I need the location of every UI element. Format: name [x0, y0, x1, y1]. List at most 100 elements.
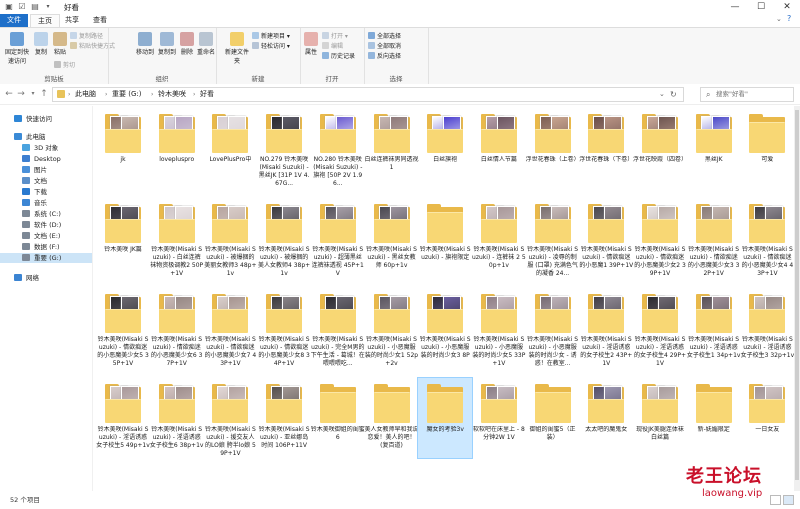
folder-item[interactable]: 浮世花映霞（四卷） [633, 108, 687, 188]
select-all-button[interactable]: 全部选择 [368, 32, 401, 41]
nav-item[interactable]: 3D 对象 [0, 143, 92, 153]
move-to-button[interactable]: 移动到 [134, 32, 156, 56]
maximize-button[interactable]: ☐ [748, 0, 774, 14]
close-button[interactable]: ✕ [774, 0, 800, 14]
breadcrumb-suzuki[interactable]: 铃木美咲 [158, 89, 186, 100]
nav-item[interactable]: 网络 [0, 273, 92, 283]
select-none-button[interactable]: 全部取消 [368, 42, 401, 51]
up-arrow-icon[interactable]: ↑ [39, 89, 49, 99]
history-button[interactable]: 历史记录 [322, 52, 355, 61]
nav-item[interactable]: 下载 [0, 187, 92, 197]
folder-item[interactable]: 铃木美咲(Misaki Suzuki) - 小恶魔服装的时尚少女5 33P+1V [472, 288, 526, 368]
folder-item[interactable]: 铃木美咲 JK篇 [96, 198, 150, 278]
folder-item[interactable]: 铃木美咲御姐的闺蜜6 [311, 378, 365, 458]
folder-item[interactable]: 白丝情人节篇 [472, 108, 526, 188]
edit-button[interactable]: 编辑 [322, 42, 343, 51]
folder-item[interactable]: 铃木美咲(Misaki Suzuki) - 情欲痴迷的小恶魔1 39P+1V [579, 198, 633, 278]
nav-item[interactable]: 快速访问 [0, 114, 92, 124]
refresh-icon[interactable]: ↻ [670, 89, 677, 100]
folder-item[interactable]: 魔女的考验3v [417, 377, 474, 459]
folder-item[interactable]: 铃木美咲(Misaki Suzuki) - 小恶魔服装的时尚少女1 52p+2v [365, 288, 419, 368]
folder-item[interactable]: 铃木美咲(Misaki Suzuki) - 援交友人的LO娘 胯半lo娘 59P… [203, 378, 257, 458]
properties-button[interactable]: 属性 [302, 32, 320, 56]
paste-button[interactable]: 粘贴 [51, 32, 69, 56]
folder-item[interactable]: 铃木美咲(Misaki Suzuki) - 淫语诱惑的女子校生2 43P+1V [579, 288, 633, 368]
folder-item[interactable]: 白丝连裤袜男同透视1 [365, 108, 419, 188]
folder-item[interactable]: 铃木美咲(Misaki Suzuki) - 旗袍限定 [418, 198, 472, 278]
folder-item[interactable]: 铃木美咲(Misaki Suzuki) - 超薄黑丝连裤袜透视 45P+1V [311, 198, 365, 278]
quick-access-dropdown-icon[interactable]: ▾ [43, 2, 53, 12]
nav-item[interactable]: 文档 [0, 176, 92, 186]
forward-arrow-icon[interactable]: → [16, 89, 26, 99]
tab-view[interactable]: 查看 [86, 14, 114, 27]
rename-button[interactable]: 重命名 [196, 32, 216, 56]
new-folder-quick-icon[interactable]: ▤ [30, 2, 40, 12]
folder-item[interactable]: 铃木美咲(Misaki Suzuki) - 淫语诱惑女子校生5 49p+1v [96, 378, 150, 458]
folder-item[interactable]: 铃木美咲(Misaki Suzuki) - 黑丝女教师 60p+1v [365, 198, 419, 278]
nav-item[interactable]: 重要 (G:) [0, 253, 92, 263]
ribbon-collapse-icon[interactable]: ⌄ [776, 15, 782, 23]
folder-item[interactable]: 铃木美咲(Misaki Suzuki) - 连裤袜 2 50p+1v [472, 198, 526, 278]
folder-item[interactable]: 铃木美咲(Misaki Suzuki) - 被爆捆的美人女教师4 38p+1v [257, 198, 311, 278]
folder-item[interactable]: 浮世花春珠（下卷） [579, 108, 633, 188]
minimize-button[interactable]: — [722, 0, 748, 14]
nav-item[interactable]: 此电脑 [0, 132, 92, 142]
new-folder-button[interactable]: 新建文件夹 [224, 32, 250, 65]
folder-item[interactable]: 铃木美咲(Misaki Suzuki) - 情欲痴迷的小恶魔美少女7 43P+1… [203, 288, 257, 368]
back-arrow-icon[interactable]: ← [4, 89, 14, 99]
properties-quick-icon[interactable]: ☑ [17, 2, 27, 12]
cut-button[interactable]: 剪切 [54, 61, 75, 70]
folder-item[interactable]: 铃木美咲(Misaki Suzuki) - 白丝连裤袜物资极调教2 50P+1V [150, 198, 204, 278]
help-icon[interactable]: ? [787, 14, 791, 23]
tab-file[interactable]: 文件 [0, 14, 28, 27]
folder-item[interactable]: 现役JK美腿连体袜 白丝篇 [633, 378, 687, 458]
folder-item[interactable]: 铃木美咲(Misaki Suzuki) - 淫语诱惑女子校生1 34p+1v [687, 288, 741, 368]
folder-item[interactable]: 铃木美咲(Misaki Suzuki) - 小恶魔服装的时尚少女3 8P [418, 288, 472, 368]
folder-item[interactable]: 御姐的闺蜜5（正装） [526, 378, 580, 458]
nav-item[interactable]: 系统 (C:) [0, 209, 92, 219]
nav-item[interactable]: 图片 [0, 165, 92, 175]
folder-item[interactable]: 软软吧在床里上 - 8分钟2W 1V [472, 378, 526, 458]
vertical-scrollbar[interactable] [794, 106, 800, 491]
recent-locations-icon[interactable]: ▾ [28, 89, 38, 99]
folder-item[interactable]: 铃木美咲(Misaki Suzuki) - 小恶魔服装的时尚少女 - 诱惑！在教… [526, 288, 580, 368]
folder-item[interactable]: NO.279 铃木美咲(Misaki Suzuki) - 黑丝JK [31P 1… [257, 108, 311, 188]
folder-item[interactable]: 铃木美咲(Misaki Suzuki) - 淫语诱惑女子校生3 32p+1v [740, 288, 794, 368]
delete-button[interactable]: 删除 [178, 32, 196, 56]
copy-button[interactable]: 复制 [32, 32, 50, 56]
folder-item[interactable]: 美人女教师早和我说恋爱！美人的吧！(复百道) [365, 378, 419, 458]
folder-item[interactable]: 铃木美咲(Misaki Suzuki) - 情欲痴迷的小恶魔美少女5 35P+1… [96, 288, 150, 368]
folder-icon[interactable]: ▣ [4, 2, 14, 12]
folder-item[interactable]: jk [96, 108, 150, 188]
tab-share[interactable]: 共享 [58, 14, 86, 27]
folder-item[interactable]: 白丝旗袍 [418, 108, 472, 188]
folder-item[interactable]: 铃木美咲(Misaki Suzuki) - 淫语诱惑女子校生6 38p+1v [150, 378, 204, 458]
folder-item[interactable]: 铃木美咲(Misaki Suzuki) - 情欲痴迷的小恶魔美少女8 34P+1… [257, 288, 311, 368]
breadcrumb-this-pc[interactable]: 此电脑 [75, 89, 96, 100]
pane-splitter[interactable] [92, 106, 93, 491]
easy-access-button[interactable]: 轻松访问 ▾ [252, 42, 290, 51]
breadcrumb-drive-g[interactable]: 重要 (G:) [112, 89, 141, 100]
search-input[interactable] [716, 89, 790, 99]
folder-item[interactable]: 铃木美咲(Misaki Suzuki) - 亚丝娜岛时间 106P+11V [257, 378, 311, 458]
folder-item[interactable]: 铃木美咲(Misaki Suzuki) - 淫语诱惑的女子校生4 29P+1V [633, 288, 687, 368]
folder-item[interactable]: 铃木美咲(Misaki Suzuki) - 情欲痴迷的小恶魔美少女3 32P+1… [687, 198, 741, 278]
breadcrumb-current[interactable]: 好看 [200, 89, 214, 100]
nav-item[interactable]: 文档 (E:) [0, 231, 92, 241]
tab-home[interactable]: 主页 [30, 14, 60, 28]
copy-path-button[interactable]: 复制路径 [70, 32, 103, 41]
nav-item[interactable]: 音乐 [0, 198, 92, 208]
folder-item[interactable]: 浮世花春珠（上卷） [526, 108, 580, 188]
folder-item[interactable]: 铃木美咲(Misaki Suzuki) - 完全M男的下午生活 - 葛城！在喂喂… [311, 288, 365, 368]
chevron-down-icon[interactable]: ⌄ [659, 89, 665, 100]
folder-item[interactable]: NO.280 铃木美咲(Misaki Suzuki) - 旗袍 [50P 2V … [311, 108, 365, 188]
pin-quick-access-button[interactable]: 固定到快速访问 [3, 32, 31, 65]
new-item-button[interactable]: 新建项目 ▾ [252, 32, 290, 41]
folder-item[interactable]: 铃木美咲(Misaki Suzuki) - 情欲痴迷的小恶魔美少女2 39P+1… [633, 198, 687, 278]
folder-item[interactable]: 黑丝JK [687, 108, 741, 188]
nav-item[interactable]: Desktop [0, 154, 92, 164]
search-box[interactable]: ⌕ [700, 87, 794, 102]
folder-item[interactable]: 铃木美咲(Misaki Suzuki) - 凌辱的制服 (口罩) 充满色气的凝香… [526, 198, 580, 278]
nav-item[interactable]: 软件 (D:) [0, 220, 92, 230]
folder-item[interactable]: loveplusprο [150, 108, 204, 188]
